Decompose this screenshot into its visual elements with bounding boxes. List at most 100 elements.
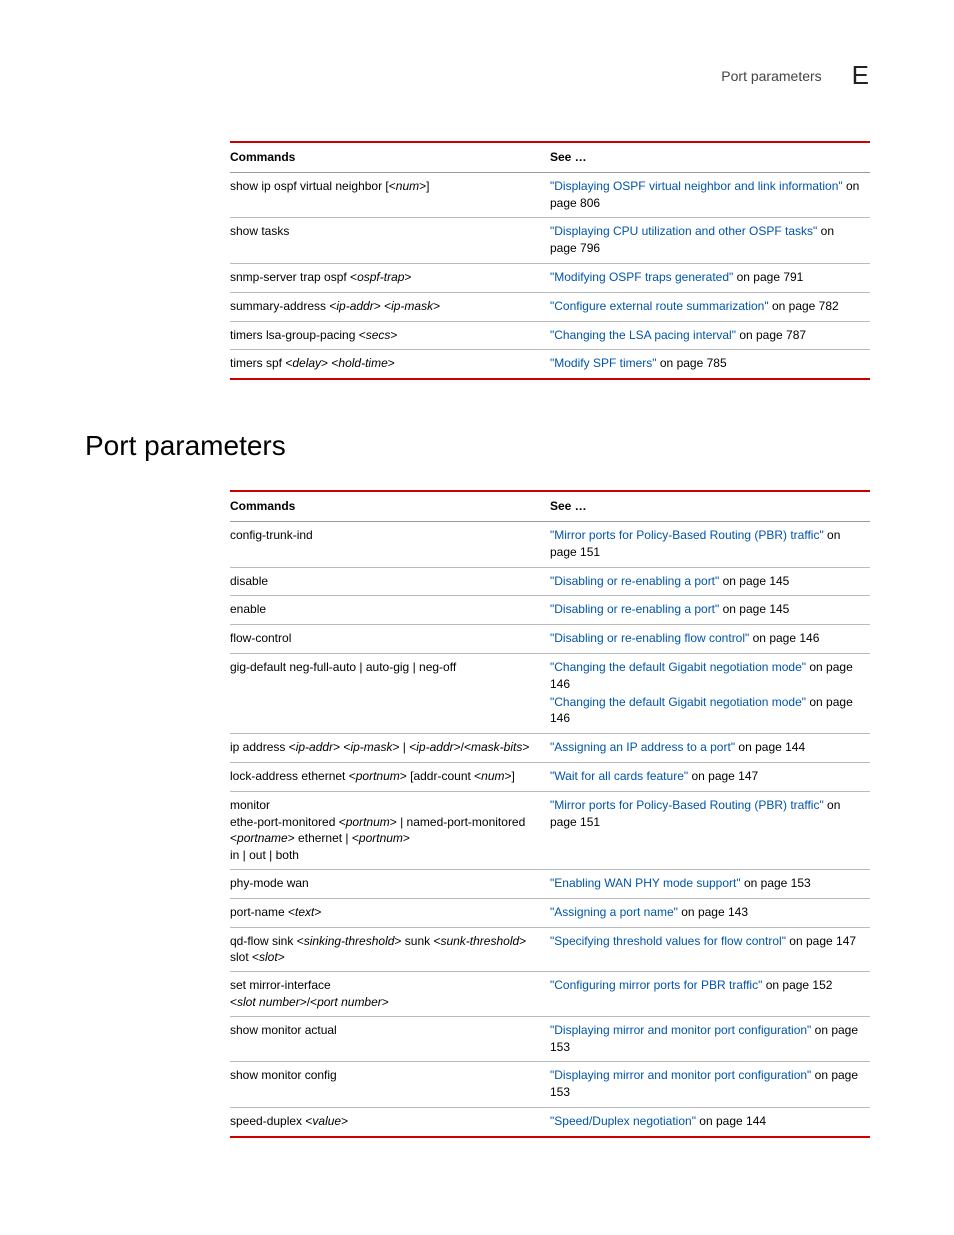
command-cell: show tasks [230, 218, 550, 264]
see-reference: "Changing the LSA pacing interval" on pa… [550, 327, 864, 345]
cross-reference-link[interactable]: "Speed/Duplex negotiation" [550, 1114, 696, 1128]
cross-reference-link[interactable]: "Enabling WAN PHY mode support" [550, 876, 741, 890]
port-parameters-table: Commands See … config-trunk-ind"Mirror p… [230, 490, 870, 1138]
cross-reference-link[interactable]: "Configuring mirror ports for PBR traffi… [550, 978, 762, 992]
table-row: summary-address <ip-addr> <ip-mask>"Conf… [230, 292, 870, 321]
table-row: config-trunk-ind"Mirror ports for Policy… [230, 521, 870, 567]
cross-reference-link[interactable]: "Disabling or re-enabling a port" [550, 602, 719, 616]
cross-reference-link[interactable]: "Displaying mirror and monitor port conf… [550, 1068, 811, 1082]
see-reference: "Changing the default Gigabit negotiatio… [550, 694, 864, 729]
table-header-see: See … [550, 491, 870, 521]
table-row: show tasks"Displaying CPU utilization an… [230, 218, 870, 264]
table-row: port-name <text>"Assigning a port name" … [230, 898, 870, 927]
table-row: gig-default neg-full-auto | auto-gig | n… [230, 653, 870, 733]
page-ref: on page 145 [719, 602, 789, 616]
page-ref: on page 144 [696, 1114, 766, 1128]
see-cell: "Displaying mirror and monitor port conf… [550, 1016, 870, 1062]
command-cell: disable [230, 567, 550, 596]
command-cell: set mirror-interface<slot number>/<port … [230, 972, 550, 1017]
see-reference: "Mirror ports for Policy-Based Routing (… [550, 797, 864, 832]
see-cell: "Assigning an IP address to a port" on p… [550, 734, 870, 763]
see-cell: "Modify SPF timers" on page 785 [550, 350, 870, 379]
command-cell: show monitor actual [230, 1016, 550, 1062]
see-reference: "Speed/Duplex negotiation" on page 144 [550, 1113, 864, 1131]
see-reference: "Configure external route summarization"… [550, 298, 864, 316]
command-cell: qd-flow sink <sinking-threshold> sunk <s… [230, 927, 550, 972]
command-cell: monitorethe-port-monitored <portnum> | n… [230, 791, 550, 869]
cross-reference-link[interactable]: "Assigning a port name" [550, 905, 678, 919]
see-reference: "Specifying threshold values for flow co… [550, 933, 864, 951]
cross-reference-link[interactable]: "Changing the default Gigabit negotiatio… [550, 695, 806, 709]
command-cell: show monitor config [230, 1062, 550, 1108]
page-ref: on page 143 [678, 905, 748, 919]
table-row: phy-mode wan"Enabling WAN PHY mode suppo… [230, 869, 870, 898]
cross-reference-link[interactable]: "Modifying OSPF traps generated" [550, 270, 733, 284]
see-cell: "Specifying threshold values for flow co… [550, 927, 870, 972]
table-row: qd-flow sink <sinking-threshold> sunk <s… [230, 927, 870, 972]
command-cell: gig-default neg-full-auto | auto-gig | n… [230, 653, 550, 733]
see-cell: "Disabling or re-enabling flow control" … [550, 625, 870, 654]
page-ref: on page 791 [733, 270, 803, 284]
see-cell: "Enabling WAN PHY mode support" on page … [550, 869, 870, 898]
command-cell: summary-address <ip-addr> <ip-mask> [230, 292, 550, 321]
see-reference: "Displaying OSPF virtual neighbor and li… [550, 178, 864, 213]
cross-reference-link[interactable]: "Displaying mirror and monitor port conf… [550, 1023, 811, 1037]
see-cell: "Modifying OSPF traps generated" on page… [550, 263, 870, 292]
see-reference: "Assigning an IP address to a port" on p… [550, 739, 864, 757]
header-appendix-letter: E [852, 60, 869, 91]
cross-reference-link[interactable]: "Wait for all cards feature" [550, 769, 688, 783]
see-reference: "Modifying OSPF traps generated" on page… [550, 269, 864, 287]
table-row: show monitor actual"Displaying mirror an… [230, 1016, 870, 1062]
see-cell: "Assigning a port name" on page 143 [550, 898, 870, 927]
table-row: timers lsa-group-pacing <secs>"Changing … [230, 321, 870, 350]
page-ref: on page 147 [786, 934, 856, 948]
see-reference: "Displaying mirror and monitor port conf… [550, 1022, 864, 1057]
table-row: set mirror-interface<slot number>/<port … [230, 972, 870, 1017]
command-cell: show ip ospf virtual neighbor [<num>] [230, 172, 550, 218]
page-ref: on page 145 [719, 574, 789, 588]
cross-reference-link[interactable]: "Disabling or re-enabling flow control" [550, 631, 749, 645]
ospf-commands-table: Commands See … show ip ospf virtual neig… [230, 141, 870, 380]
cross-reference-link[interactable]: "Mirror ports for Policy-Based Routing (… [550, 798, 824, 812]
command-cell: ip address <ip-addr> <ip-mask> | <ip-add… [230, 734, 550, 763]
see-reference: "Disabling or re-enabling a port" on pag… [550, 601, 864, 619]
see-reference: "Enabling WAN PHY mode support" on page … [550, 875, 864, 893]
cross-reference-link[interactable]: "Changing the LSA pacing interval" [550, 328, 736, 342]
cross-reference-link[interactable]: "Displaying OSPF virtual neighbor and li… [550, 179, 843, 193]
table-header-commands: Commands [230, 142, 550, 172]
command-cell: snmp-server trap ospf <ospf-trap> [230, 263, 550, 292]
see-cell: "Disabling or re-enabling a port" on pag… [550, 567, 870, 596]
page-ref: on page 144 [735, 740, 805, 754]
page-ref: on page 147 [688, 769, 758, 783]
cross-reference-link[interactable]: "Changing the default Gigabit negotiatio… [550, 660, 806, 674]
see-reference: "Configuring mirror ports for PBR traffi… [550, 977, 864, 995]
section-title: Port parameters [85, 430, 869, 462]
see-reference: "Modify SPF timers" on page 785 [550, 355, 864, 373]
table-row: enable"Disabling or re-enabling a port" … [230, 596, 870, 625]
see-reference: "Assigning a port name" on page 143 [550, 904, 864, 922]
table-row: disable"Disabling or re-enabling a port"… [230, 567, 870, 596]
see-reference: "Mirror ports for Policy-Based Routing (… [550, 527, 864, 562]
command-cell: phy-mode wan [230, 869, 550, 898]
see-cell: "Configure external route summarization"… [550, 292, 870, 321]
command-cell: timers lsa-group-pacing <secs> [230, 321, 550, 350]
command-cell: port-name <text> [230, 898, 550, 927]
see-cell: "Mirror ports for Policy-Based Routing (… [550, 521, 870, 567]
see-reference: "Disabling or re-enabling flow control" … [550, 630, 864, 648]
table-row: speed-duplex <value>"Speed/Duplex negoti… [230, 1107, 870, 1136]
cross-reference-link[interactable]: "Displaying CPU utilization and other OS… [550, 224, 817, 238]
see-cell: "Mirror ports for Policy-Based Routing (… [550, 791, 870, 869]
cross-reference-link[interactable]: "Configure external route summarization" [550, 299, 769, 313]
table-row: ip address <ip-addr> <ip-mask> | <ip-add… [230, 734, 870, 763]
table-row: lock-address ethernet <portnum> [addr-co… [230, 762, 870, 791]
see-reference: "Displaying CPU utilization and other OS… [550, 223, 864, 258]
page-ref: on page 152 [762, 978, 832, 992]
cross-reference-link[interactable]: "Assigning an IP address to a port" [550, 740, 735, 754]
see-reference: "Changing the default Gigabit negotiatio… [550, 659, 864, 694]
cross-reference-link[interactable]: "Disabling or re-enabling a port" [550, 574, 719, 588]
cross-reference-link[interactable]: "Specifying threshold values for flow co… [550, 934, 786, 948]
table-row: show ip ospf virtual neighbor [<num>]"Di… [230, 172, 870, 218]
cross-reference-link[interactable]: "Modify SPF timers" [550, 356, 657, 370]
cross-reference-link[interactable]: "Mirror ports for Policy-Based Routing (… [550, 528, 824, 542]
see-cell: "Displaying CPU utilization and other OS… [550, 218, 870, 264]
